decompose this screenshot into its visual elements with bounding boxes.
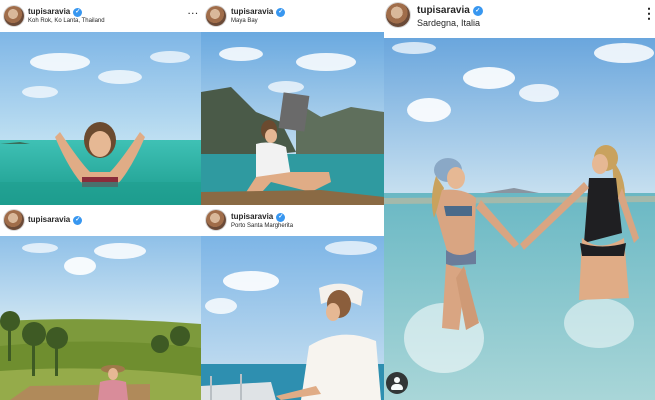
post-photo[interactable] (384, 38, 655, 400)
post-card: tupisaravia ✓ Porto Santa Margherita (201, 205, 384, 400)
verified-badge-icon: ✓ (472, 6, 483, 16)
username-link[interactable]: tupisaravia ✓ (231, 212, 286, 222)
username-link[interactable]: tupisaravia ✓ (28, 7, 83, 17)
username-text[interactable]: tupisaravia (231, 212, 273, 221)
avatar[interactable] (4, 6, 24, 26)
verified-badge-icon: ✓ (73, 8, 83, 17)
location-link[interactable]: Koh Rok, Ko Lanta, Thailand (28, 18, 105, 24)
post-card: tupisaravia ✓ Maya Bay (201, 0, 384, 205)
avatar[interactable] (206, 210, 226, 230)
avatar[interactable] (4, 210, 24, 230)
post-header: tupisaravia ✓ Sardegna, Italia ⋮ (384, 0, 655, 34)
post-header: tupisaravia ✓ (0, 205, 201, 236)
verified-badge-icon: ✓ (73, 216, 83, 225)
post-card: tupisaravia ✓ (0, 205, 201, 400)
username-link[interactable]: tupisaravia ✓ (417, 5, 483, 16)
bay-photo (201, 32, 384, 205)
avatar[interactable] (206, 6, 226, 26)
sea-photo (384, 38, 655, 400)
post-card: tupisaravia ✓ Koh Rok, Ko Lanta, Thailand… (0, 0, 201, 205)
rice-terrace-photo (0, 236, 201, 400)
post-photo[interactable] (0, 236, 201, 400)
boat-photo (201, 236, 384, 400)
more-options-button[interactable]: ··· (188, 9, 199, 18)
verified-badge-icon: ✓ (276, 213, 286, 222)
post-photo[interactable] (201, 32, 384, 205)
username-text[interactable]: tupisaravia (28, 7, 70, 16)
username-link[interactable]: tupisaravia ✓ (28, 215, 83, 225)
beach-photo (0, 32, 201, 205)
location-link[interactable]: Maya Bay (231, 18, 258, 24)
verified-badge-icon: ✓ (276, 8, 286, 17)
post-header: tupisaravia ✓ Maya Bay (201, 0, 384, 32)
post-photo[interactable] (0, 32, 201, 205)
more-options-button[interactable]: ⋮ (642, 5, 655, 22)
username-text[interactable]: tupisaravia (231, 7, 273, 16)
user-tag-icon[interactable] (386, 372, 408, 394)
username-text[interactable]: tupisaravia (28, 215, 70, 224)
location-link[interactable]: Sardegna, Italia (417, 18, 480, 28)
username-link[interactable]: tupisaravia ✓ (231, 7, 286, 17)
username-text[interactable]: tupisaravia (417, 5, 470, 16)
location-link[interactable]: Porto Santa Margherita (231, 223, 293, 229)
post-photo[interactable] (201, 236, 384, 400)
post-header: tupisaravia ✓ Porto Santa Margherita (201, 205, 384, 236)
post-card: tupisaravia ✓ Sardegna, Italia ⋮ (384, 0, 655, 400)
avatar[interactable] (386, 3, 410, 27)
post-header: tupisaravia ✓ Koh Rok, Ko Lanta, Thailand… (0, 0, 201, 32)
